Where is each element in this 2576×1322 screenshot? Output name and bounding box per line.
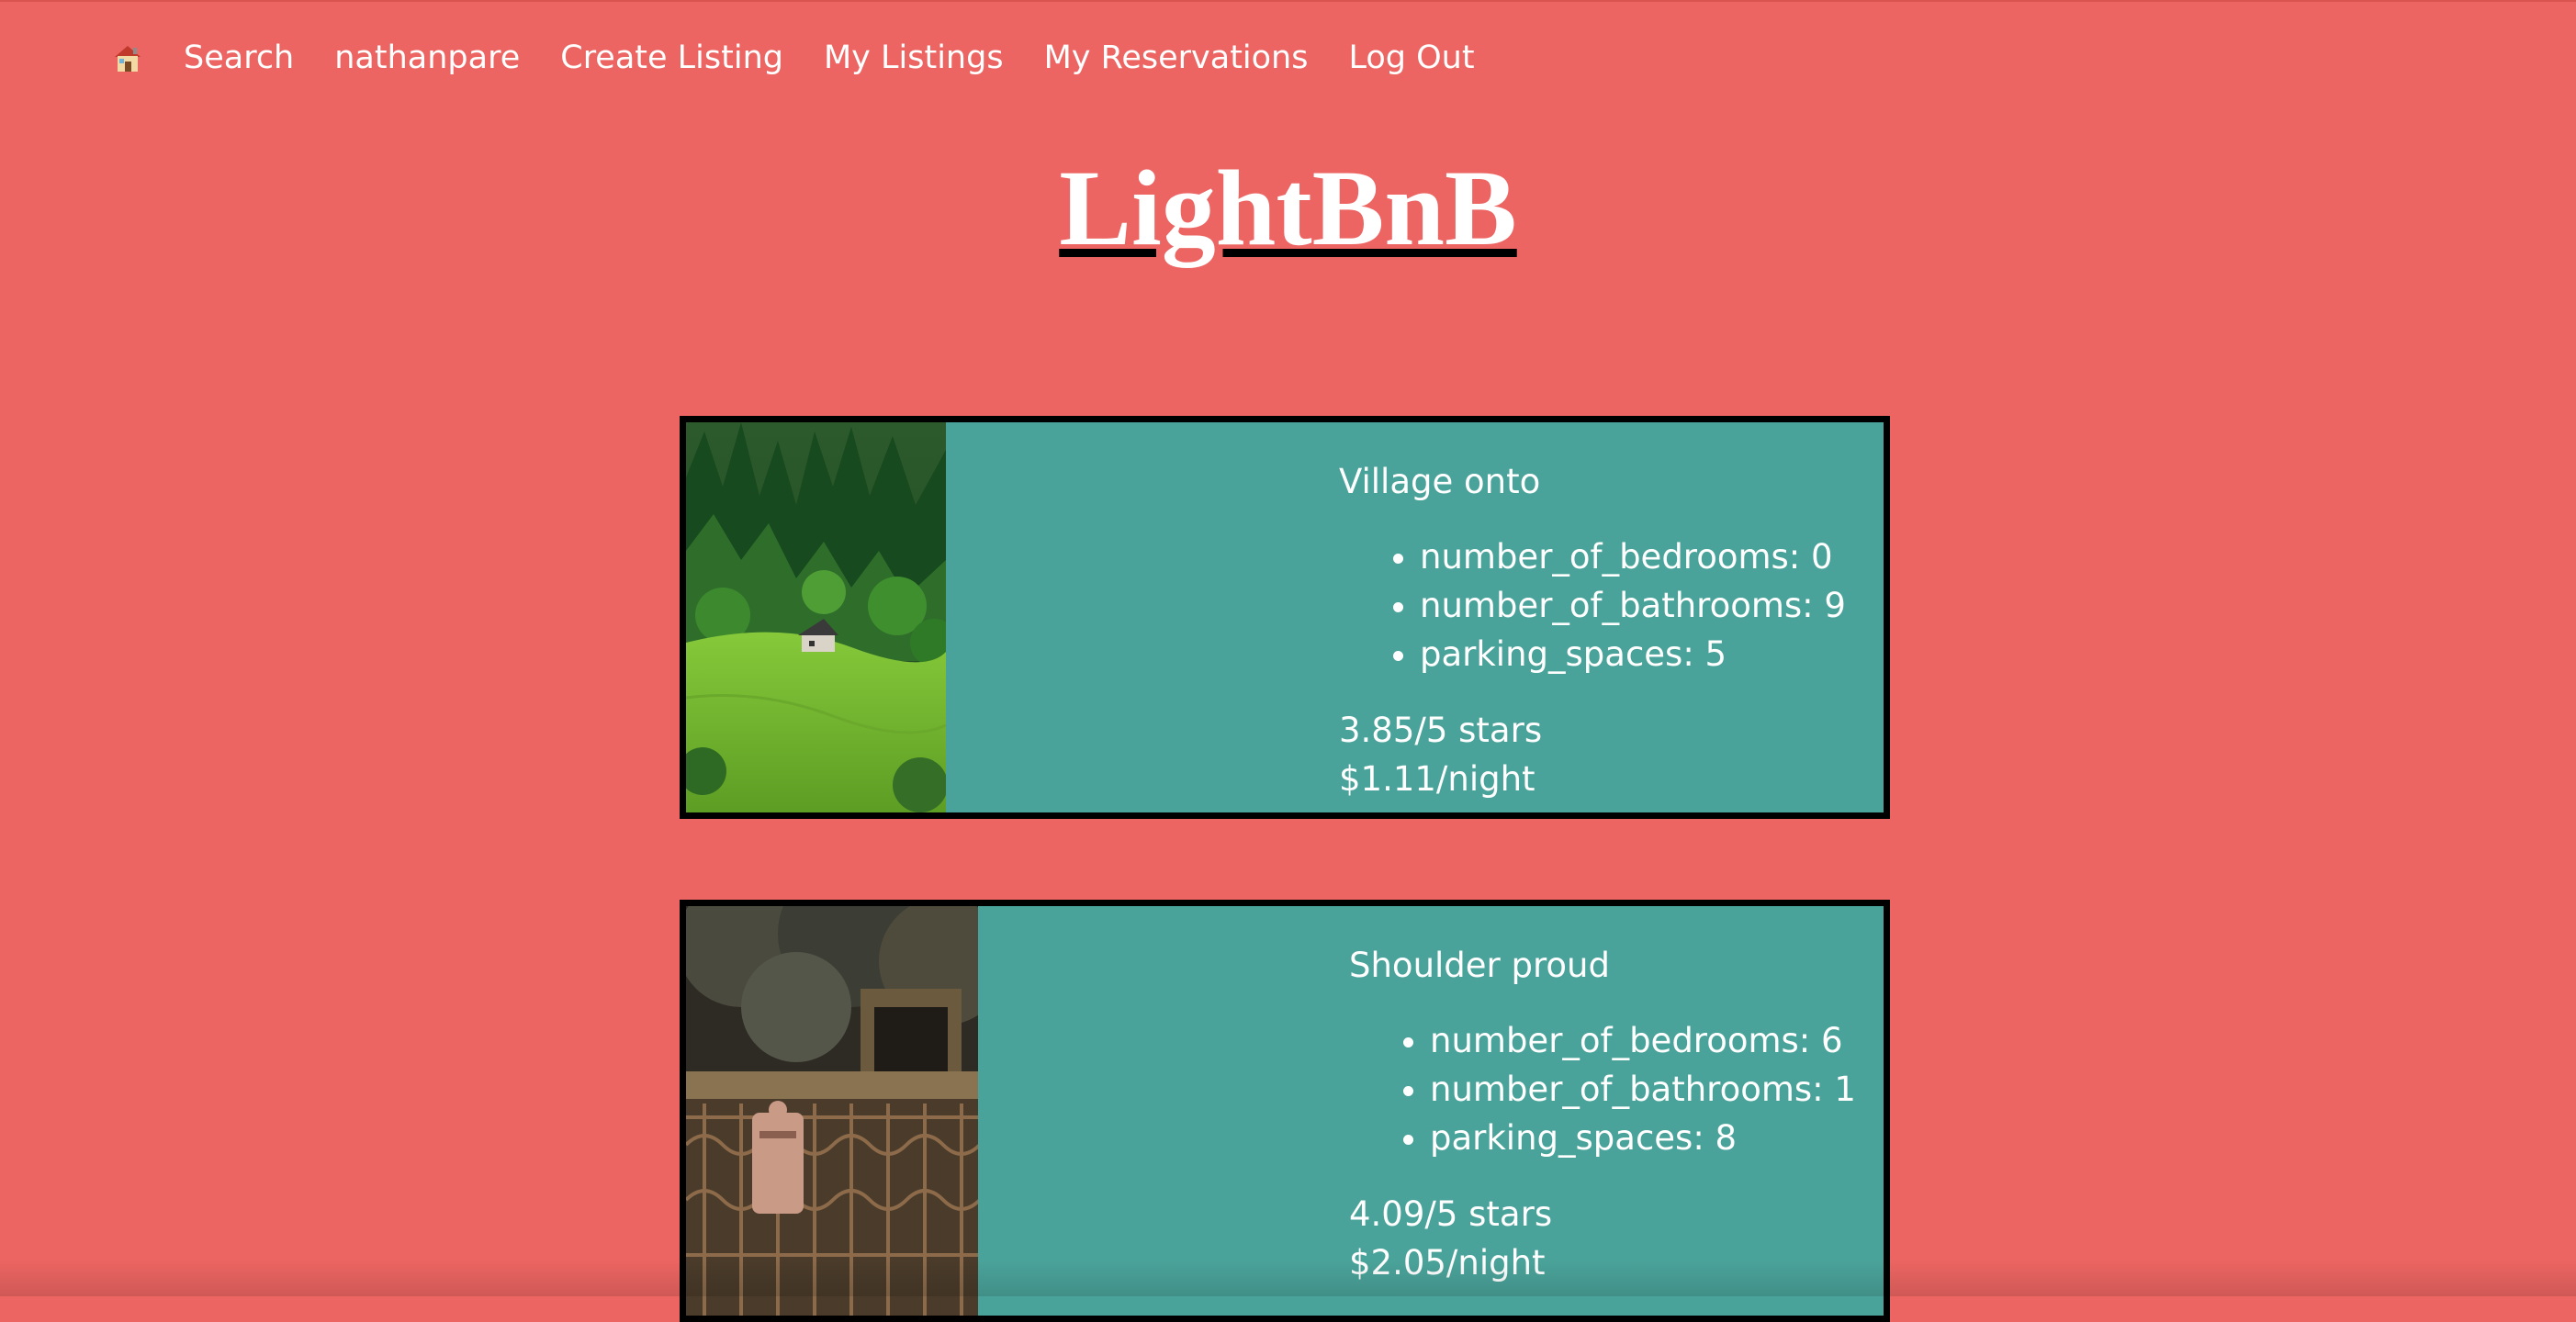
nav-my-reservations-link[interactable]: My Reservations [1044,39,1309,76]
listing-bedrooms: number_of_bedrooms: 6 [1430,1016,1856,1065]
listing-details-list: number_of_bedrooms: 0 number_of_bathroom… [1339,532,1846,678]
listing-info: Shoulder proud number_of_bedrooms: 6 num… [1349,943,1856,1287]
listing-price: $1.11/night [1339,759,1535,799]
nav-search-link[interactable]: Search [184,39,294,76]
listing-rating: 3.85/5 stars [1339,711,1543,750]
nav-user-link[interactable]: nathanpare [334,39,520,76]
listing-price: $2.05/night [1349,1243,1546,1283]
window-top-edge [0,0,2576,2]
listing-details-list: number_of_bedrooms: 6 number_of_bathroom… [1349,1016,1856,1162]
listing-parking: parking_spaces: 5 [1420,630,1846,678]
listing-photo [686,422,958,812]
listing-card[interactable]: Shoulder proud number_of_bedrooms: 6 num… [680,900,1890,1322]
nav-log-out-link[interactable]: Log Out [1348,39,1474,76]
listing-rating: 4.09/5 stars [1349,1194,1553,1234]
listing-parking: parking_spaces: 8 [1430,1114,1856,1162]
listing-bathrooms: number_of_bathrooms: 1 [1430,1065,1856,1114]
listing-title[interactable]: Shoulder proud [1349,943,1856,989]
nav-my-listings-link[interactable]: My Listings [824,39,1004,76]
house-icon[interactable] [112,42,143,73]
top-navigation: Search nathanpare Create Listing My List… [112,35,1475,81]
listing-card[interactable]: Village onto number_of_bedrooms: 0 numbe… [680,416,1890,819]
page-title-text: LightBnB [1059,148,1517,268]
listing-bathrooms: number_of_bathrooms: 9 [1420,581,1846,630]
listing-title[interactable]: Village onto [1339,459,1846,505]
listing-bedrooms: number_of_bedrooms: 0 [1420,532,1846,581]
listing-photo [686,906,1007,1316]
page-title: LightBnB [0,149,2576,268]
nav-create-listing-link[interactable]: Create Listing [560,39,783,76]
listing-info: Village onto number_of_bedrooms: 0 numbe… [1339,459,1846,803]
